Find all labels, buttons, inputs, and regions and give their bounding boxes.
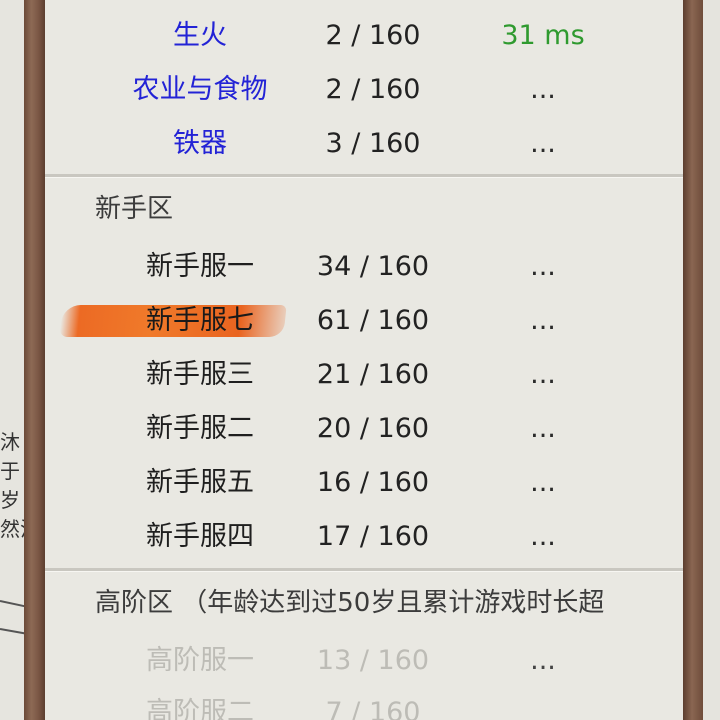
server-row[interactable]: 铁器 3 / 160 ... [45,117,683,171]
ping-value: ... [530,128,556,159]
wooden-frame-right [683,0,703,720]
bg-char: 岁 [0,488,20,512]
ping-value: ... [530,74,556,105]
server-row[interactable]: 农业与食物 2 / 160 ... [45,63,683,117]
ping-value: ... [530,413,556,444]
section-header-novice: 新手区 [95,194,174,224]
server-name: 新手服一 [146,251,254,282]
ping-value: ... [530,467,556,498]
server-row[interactable]: 新手服一 34 / 160 ... [45,240,683,294]
section-divider [45,174,683,178]
server-row-disabled[interactable]: 高阶服一 13 / 160 ... [45,634,683,688]
server-name: 高阶服一 [146,645,254,676]
server-name: 高阶服二 [146,697,254,720]
server-name: 新手服七 [146,305,254,336]
background-text-fragment: 沐 于 岁 然泊 [0,428,24,544]
server-row[interactable]: 新手服四 17 / 160 ... [45,510,683,564]
server-name: 生火 [173,20,227,51]
background-right-edge [703,0,720,720]
server-row[interactable]: 新手服二 20 / 160 ... [45,402,683,456]
ping-value: ... [530,359,556,390]
server-name: 新手服三 [146,359,254,390]
wooden-frame-left [24,0,45,720]
server-row-selected[interactable]: 新手服七 61 / 160 ... [45,294,683,348]
bg-char: 然泊 [0,517,24,541]
server-name: 铁器 [173,128,227,159]
ping-value: ... [530,521,556,552]
ping-value [443,686,643,720]
server-row-disabled[interactable]: 高阶服二 7 / 160 [45,686,683,720]
ping-value: ... [530,645,556,676]
server-name: 新手服四 [146,521,254,552]
server-name: 新手服二 [146,413,254,444]
section-header-advanced: 高阶区 （年龄达到过50岁且累计游戏时长超 [95,588,605,618]
bg-char: 沐 [0,430,20,454]
server-row[interactable]: 新手服五 16 / 160 ... [45,456,683,510]
server-name: 新手服五 [146,467,254,498]
section-divider [45,568,683,572]
bg-char: 于 [0,459,20,483]
server-row[interactable]: 生火 2 / 160 31 ms [45,9,683,63]
server-list-panel: 生火 2 / 160 31 ms 农业与食物 2 / 160 ... 铁器 3 … [45,0,683,720]
server-row[interactable]: 新手服三 21 / 160 ... [45,348,683,402]
server-name: 农业与食物 [132,74,268,105]
ping-value: ... [530,305,556,336]
ping-value: 31 ms [501,20,585,51]
ping-value: ... [530,251,556,282]
